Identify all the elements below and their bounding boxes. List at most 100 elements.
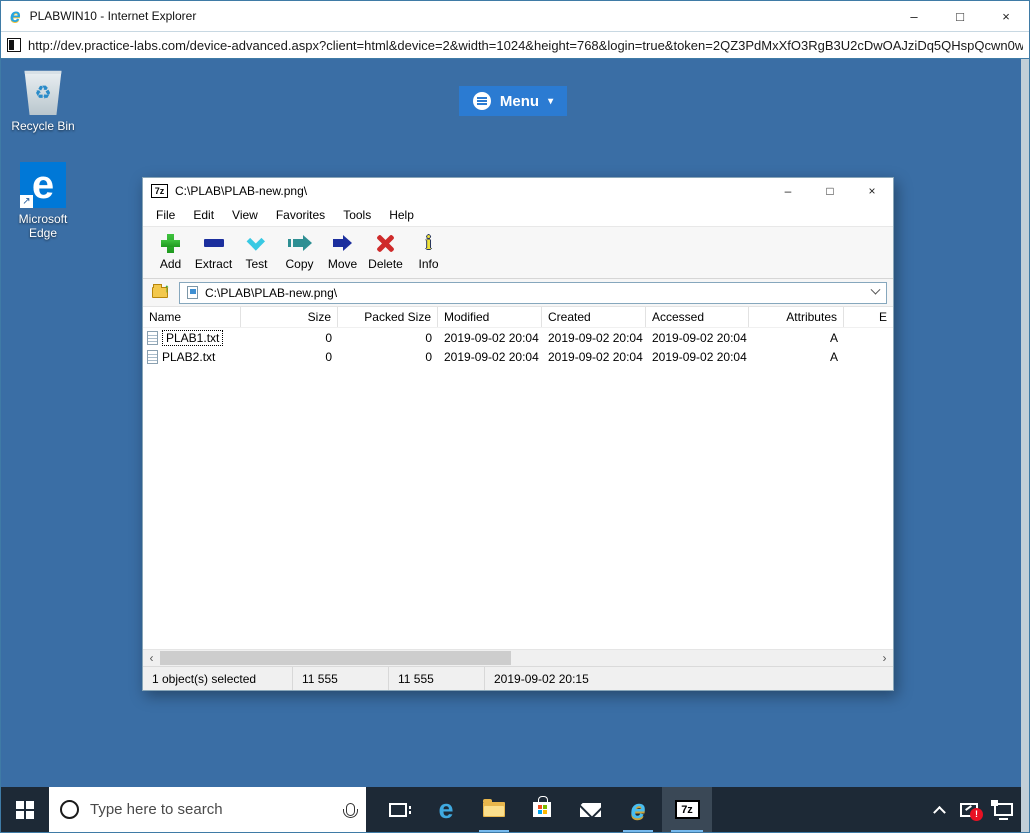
desktop-icon-microsoft-edge[interactable]: e ↗ Microsoft Edge [4,162,82,241]
move-arrow-icon [333,232,352,254]
file-accessed: 2019-09-02 20:04 [652,349,747,364]
taskbar-search-box[interactable] [49,787,366,832]
taskbar-store-button[interactable] [518,787,566,832]
seven-zip-window-title: C:\PLAB\PLAB-new.png\ [175,184,308,198]
menu-caret-icon: ▾ [548,95,554,107]
seven-zip-titlebar[interactable]: 7z C:\PLAB\PLAB-new.png\ – □ × [143,178,893,204]
column-header-name[interactable]: Name [143,307,241,327]
move-button[interactable]: Move [321,232,364,271]
info-button[interactable]: Info [407,232,450,271]
status-total-size: 11 555 [293,667,389,690]
shortcut-arrow-icon: ↗ [20,195,33,208]
seven-zip-maximize-button[interactable]: □ [809,178,851,204]
remote-session-screen: e PLABWIN10 - Internet Explorer – □ × ht… [0,0,1030,833]
cortana-icon [60,800,79,819]
seven-zip-statusbar: 1 object(s) selected 11 555 11 555 2019-… [143,666,893,690]
extract-button[interactable]: Extract [192,232,235,271]
file-name: PLAB1.txt [162,329,224,346]
lab-menu-button[interactable]: Menu ▾ [459,86,567,116]
add-button[interactable]: Add [149,232,192,271]
menu-file[interactable]: File [147,205,184,225]
browser-titlebar: e PLABWIN10 - Internet Explorer – □ × [1,1,1029,31]
file-size: 0 [325,349,332,364]
extract-minus-icon [203,232,224,254]
edge-icon: e ↗ [20,162,66,208]
horizontal-scrollbar[interactable]: ‹ › [143,649,893,666]
column-header-size[interactable]: Size [241,307,338,327]
file-created: 2019-09-02 20:04 [548,349,643,364]
column-header-encrypted[interactable]: E [844,307,893,327]
menu-edit[interactable]: Edit [184,205,223,225]
menu-help[interactable]: Help [380,205,423,225]
file-packed-size: 0 [425,349,432,364]
task-view-icon [389,802,411,817]
chevron-down-icon[interactable] [870,284,881,295]
menu-tools[interactable]: Tools [334,205,380,225]
column-header-attributes[interactable]: Attributes [749,307,844,327]
desktop-icon-label: Microsoft Edge [18,212,68,241]
delete-x-icon [376,232,395,254]
copy-button[interactable]: Copy [278,232,321,271]
task-view-button[interactable] [374,787,422,832]
seven-zip-menubar: File Edit View Favorites Tools Help [143,204,893,226]
menu-favorites[interactable]: Favorites [267,205,334,225]
add-plus-icon [161,232,180,254]
seven-zip-close-button[interactable]: × [851,178,893,204]
recycle-bin-icon: ♻ [24,70,62,115]
scroll-right-icon[interactable]: › [876,650,893,666]
seven-zip-app-icon: 7z [151,184,168,198]
browser-page-scrollbar[interactable] [1021,59,1029,832]
file-name: PLAB2.txt [162,349,216,364]
column-header-packed-size[interactable]: Packed Size [338,307,438,327]
test-button[interactable]: Test [235,231,278,271]
desktop-icon-label: Recycle Bin [11,119,75,133]
taskbar-internet-explorer-button[interactable]: e [614,787,662,832]
edge-icon: e [438,794,454,824]
path-combobox[interactable]: C:\PLAB\PLAB-new.png\ [179,281,887,304]
column-header-modified[interactable]: Modified [438,307,542,327]
menu-view[interactable]: View [223,205,267,225]
browser-maximize-button[interactable]: □ [937,1,983,31]
windows-logo-icon [16,800,34,819]
column-header-created[interactable]: Created [542,307,646,327]
search-input[interactable] [90,801,335,818]
file-list-header: Name Size Packed Size Modified Created A… [143,307,893,328]
file-attributes: A [829,330,838,345]
taskbar-edge-button[interactable]: e [422,787,470,832]
folder-up-icon [152,281,170,298]
desktop-icon-recycle-bin[interactable]: ♻ Recycle Bin [4,67,82,133]
system-tray: ! [933,787,1029,832]
copy-arrow-icon [287,232,312,254]
file-list[interactable]: PLAB1.txt 0 0 2019-09-02 20:04 2019-09-0… [143,328,893,649]
folder-up-button[interactable] [149,281,171,303]
microphone-icon[interactable] [343,803,358,818]
start-button[interactable] [1,787,49,832]
show-hidden-icons-chevron-icon[interactable] [933,805,946,819]
windows-taskbar: e e 7z ! [1,787,1029,832]
browser-address-bar[interactable]: http://dev.practice-labs.com/device-adva… [1,31,1029,59]
taskbar-mail-button[interactable] [566,787,614,832]
browser-window-title: PLABWIN10 - Internet Explorer [29,9,197,23]
table-row-plab1[interactable]: PLAB1.txt 0 0 2019-09-02 20:04 2019-09-0… [143,328,893,347]
file-accessed: 2019-09-02 20:04 [652,330,747,345]
seven-zip-minimize-button[interactable]: – [767,178,809,204]
table-row-plab2[interactable]: PLAB2.txt 0 0 2019-09-02 20:04 2019-09-0… [143,347,893,366]
notification-icon[interactable]: ! [960,802,983,821]
taskbar-seven-zip-button[interactable]: 7z [662,787,712,832]
text-file-icon [147,349,158,364]
url-text[interactable]: http://dev.practice-labs.com/device-adva… [28,38,1023,53]
taskbar-file-explorer-button[interactable] [470,787,518,832]
browser-minimize-button[interactable]: – [891,1,937,31]
scrollbar-thumb[interactable] [160,651,511,665]
current-path: C:\PLAB\PLAB-new.png\ [205,285,338,300]
network-icon[interactable] [991,800,1013,820]
internet-explorer-icon: e [10,5,21,27]
seven-zip-icon: 7z [674,800,700,819]
remote-desktop: Menu ▾ ♻ Recycle Bin e ↗ Microsoft Edge … [1,59,1029,787]
archive-file-icon [187,286,198,299]
column-header-accessed[interactable]: Accessed [646,307,749,327]
scroll-left-icon[interactable]: ‹ [143,650,160,666]
menu-button-label: Menu [499,92,540,110]
delete-button[interactable]: Delete [364,232,407,271]
browser-close-button[interactable]: × [983,1,1029,31]
